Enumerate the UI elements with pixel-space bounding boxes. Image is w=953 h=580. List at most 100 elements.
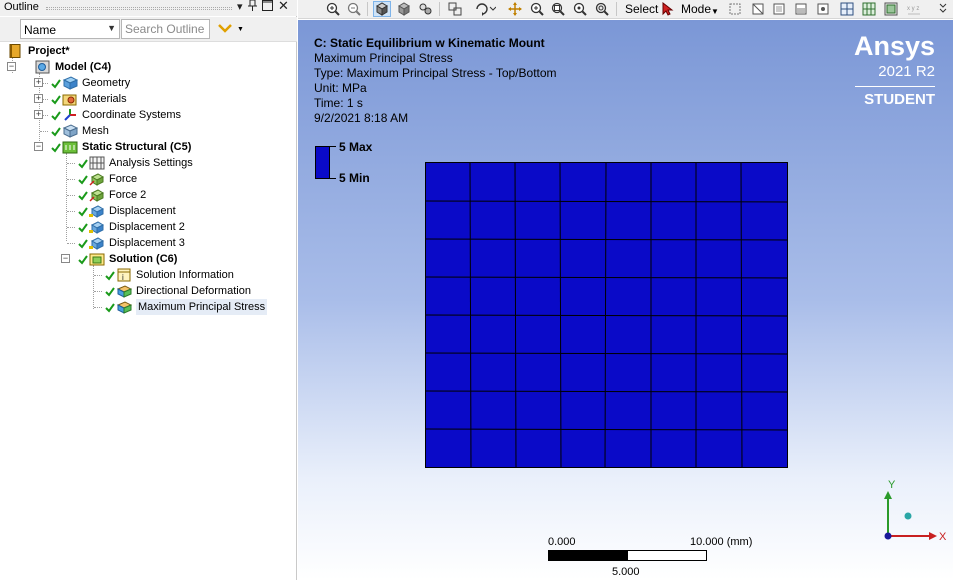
select-vertex-icon[interactable]: [726, 1, 744, 17]
axis-triad[interactable]: Y X: [874, 478, 949, 548]
static-structural-icon: [62, 140, 78, 154]
tree-label: Force 2: [109, 189, 147, 201]
zoom-icon[interactable]: [528, 1, 546, 17]
mesh-icon: [62, 124, 79, 138]
panel-menu-dropdown[interactable]: ▾: [237, 0, 243, 14]
collapse-static-structural-toggle[interactable]: −: [34, 142, 43, 151]
panel-grip[interactable]: [46, 7, 232, 10]
status-check-icon: [51, 125, 61, 137]
zoom-to-fit-icon[interactable]: [571, 1, 589, 17]
status-check-icon: [78, 237, 88, 249]
tree-item-analysis-settings[interactable]: Analysis Settings: [78, 155, 193, 171]
tree-item-displacement-3[interactable]: Displacement 3: [78, 235, 185, 251]
status-check-icon: [78, 157, 88, 169]
result-icon: [116, 284, 133, 298]
select-face-icon[interactable]: [770, 1, 788, 17]
status-check-icon: [78, 253, 88, 265]
status-check-icon: [78, 221, 88, 233]
select-edge-icon[interactable]: [749, 1, 767, 17]
cursor-icon[interactable]: [661, 1, 675, 17]
group-objects-icon[interactable]: [416, 1, 434, 17]
tree-item-directional-deformation[interactable]: Directional Deformation: [105, 283, 251, 299]
select-mesh-element-icon[interactable]: [860, 1, 878, 17]
outline-title: Outline: [4, 1, 39, 13]
graphics-toolbar: Select Mode ▼ x y z: [298, 0, 953, 19]
box-zoom-icon[interactable]: [549, 1, 567, 17]
tree-item-solution[interactable]: Solution (C6): [78, 251, 177, 267]
scale-bar-graphic: [548, 550, 707, 561]
scale-right-label: 10.000 (mm): [690, 536, 753, 548]
mode-dropdown[interactable]: Mode: [681, 2, 711, 16]
tree-label: Materials: [82, 93, 127, 105]
wireframe-icon[interactable]: [446, 1, 464, 17]
expand-coordinate-systems-toggle[interactable]: +: [34, 110, 43, 119]
filter-dropdown-icon[interactable]: ▼: [237, 26, 244, 33]
select-body-icon[interactable]: [792, 1, 810, 17]
geometry-icon: [62, 76, 79, 90]
zoom-out-icon[interactable]: [345, 1, 363, 17]
tree-item-displacement[interactable]: Displacement: [78, 203, 176, 219]
ansys-mechanical-window: Outline ▾ ✕ Name ▼ ▼: [0, 0, 953, 580]
tree-label: Coordinate Systems: [82, 109, 182, 121]
coordinate-systems-icon: [62, 108, 78, 122]
rotate-icon[interactable]: [473, 1, 497, 17]
tree-item-static-structural[interactable]: Static Structural (C5): [51, 139, 191, 155]
force-icon: [89, 188, 105, 202]
force-icon: [89, 172, 105, 186]
tree-item-maximum-principal-stress[interactable]: Maximum Principal Stress: [105, 299, 268, 315]
graphics-viewport[interactable]: C: Static Equilibrium w Kinematic Mount …: [298, 20, 953, 580]
select-label[interactable]: Select: [625, 2, 658, 16]
status-check-icon: [78, 205, 88, 217]
outline-tree: Project* − Model (C4) + Geometry + Mater…: [0, 43, 296, 580]
filter-name-select[interactable]: Name ▼: [20, 19, 120, 39]
triad-x-label: X: [939, 531, 947, 543]
tree-item-solution-information[interactable]: i Solution Information: [105, 267, 234, 283]
tree-label: Displacement 3: [109, 237, 185, 249]
collapse-solution-toggle[interactable]: −: [61, 254, 70, 263]
tree-item-geometry[interactable]: Geometry: [51, 75, 130, 91]
coordinate-xyz-icon[interactable]: x y z: [905, 1, 923, 17]
tree-item-project[interactable]: Project*: [8, 43, 70, 59]
result-unit: Unit: MPa: [314, 81, 367, 95]
search-outline-input[interactable]: [121, 19, 210, 39]
tree-item-model[interactable]: Model (C4): [35, 59, 111, 75]
tree-item-coordinate-systems[interactable]: Coordinate Systems: [51, 107, 181, 123]
collapse-model-toggle[interactable]: −: [7, 62, 16, 71]
tree-item-force[interactable]: Force: [78, 171, 137, 187]
status-check-icon: [78, 189, 88, 201]
tree-item-mesh[interactable]: Mesh: [51, 123, 109, 139]
close-icon[interactable]: ✕: [278, 0, 289, 13]
mode-dropdown-arrow-icon[interactable]: ▼: [711, 5, 719, 19]
select-element-face-icon[interactable]: [838, 1, 856, 17]
materials-icon: [62, 92, 78, 106]
toolbar-overflow-icon[interactable]: [936, 1, 950, 17]
scale-mid-label: 5.000: [612, 566, 640, 578]
result-name: Maximum Principal Stress: [314, 51, 453, 65]
mesh-plate[interactable]: [425, 162, 789, 470]
pin-icon[interactable]: [248, 0, 257, 16]
maximize-icon[interactable]: [262, 0, 273, 15]
magnifier-icon[interactable]: [593, 1, 611, 17]
tree-label: Maximum Principal Stress: [136, 299, 268, 315]
scale-bar: 0.000 10.000 (mm) 5.000: [548, 536, 788, 580]
expand-geometry-toggle[interactable]: +: [34, 78, 43, 87]
expand-materials-toggle[interactable]: +: [34, 94, 43, 103]
shaded-view-icon[interactable]: [373, 1, 391, 17]
select-all-icon[interactable]: [882, 1, 900, 17]
pan-icon[interactable]: [506, 1, 524, 17]
solid-box-icon[interactable]: [395, 1, 413, 17]
tree-item-force-2[interactable]: Force 2: [78, 187, 146, 203]
model-icon: [35, 60, 51, 74]
tree-label: Analysis Settings: [109, 157, 193, 169]
status-check-icon: [105, 301, 115, 313]
tree-item-displacement-2[interactable]: Displacement 2: [78, 219, 185, 235]
status-check-icon: [51, 93, 61, 105]
tree-label: Project*: [28, 45, 70, 57]
triad-y-label: Y: [888, 479, 896, 491]
tree-item-materials[interactable]: Materials: [51, 91, 127, 107]
tree-label: Model (C4): [55, 61, 112, 73]
logo-edition: STUDENT: [864, 91, 935, 108]
zoom-in-icon[interactable]: [324, 1, 342, 17]
select-node-icon[interactable]: [814, 1, 832, 17]
svg-text:x y z: x y z: [907, 6, 919, 12]
